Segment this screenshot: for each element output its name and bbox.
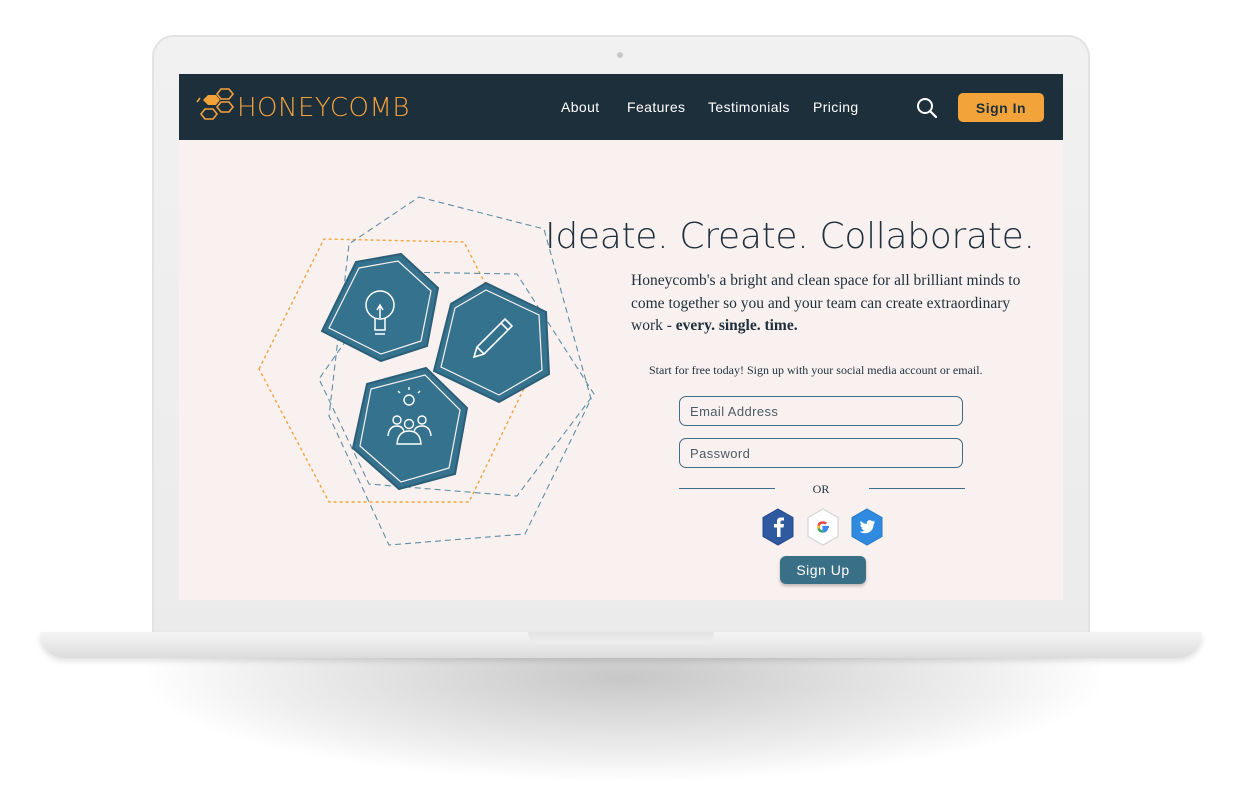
nav-link-about[interactable]: About xyxy=(561,99,600,115)
tagline-emphasis: every. single. time. xyxy=(675,317,798,334)
hero-tagline: Honeycomb's a bright and clean space for… xyxy=(631,270,1021,338)
laptop-shadow xyxy=(150,655,1100,780)
twitter-icon[interactable] xyxy=(851,508,883,551)
sign-up-button[interactable]: Sign Up xyxy=(780,556,866,584)
navbar: HONEYCOMB About Features Testimonials Pr… xyxy=(179,74,1063,140)
brand-name[interactable]: HONEYCOMB xyxy=(237,93,410,123)
pencil-hexagon xyxy=(432,281,551,404)
sign-in-button[interactable]: Sign In xyxy=(958,93,1044,122)
nav-link-features[interactable]: Features xyxy=(627,99,685,115)
nav-link-testimonials[interactable]: Testimonials xyxy=(708,99,790,115)
or-divider-right xyxy=(869,488,965,489)
hero-headline: Ideate. Create. Collaborate. xyxy=(545,216,1035,257)
laptop-screen: HONEYCOMB About Features Testimonials Pr… xyxy=(179,74,1063,600)
honeycomb-logo-icon[interactable] xyxy=(195,88,237,133)
password-field[interactable] xyxy=(679,438,963,468)
laptop-notch xyxy=(528,632,714,644)
facebook-icon[interactable] xyxy=(762,508,794,551)
search-icon[interactable] xyxy=(916,97,938,124)
nav-link-pricing[interactable]: Pricing xyxy=(813,99,859,115)
laptop-camera xyxy=(617,52,623,58)
or-divider-left xyxy=(679,488,775,489)
signup-cta-text: Start for free today! Sign up with your … xyxy=(649,363,983,377)
email-field[interactable] xyxy=(679,396,963,426)
or-text: OR xyxy=(812,482,830,496)
google-icon[interactable] xyxy=(807,508,839,551)
